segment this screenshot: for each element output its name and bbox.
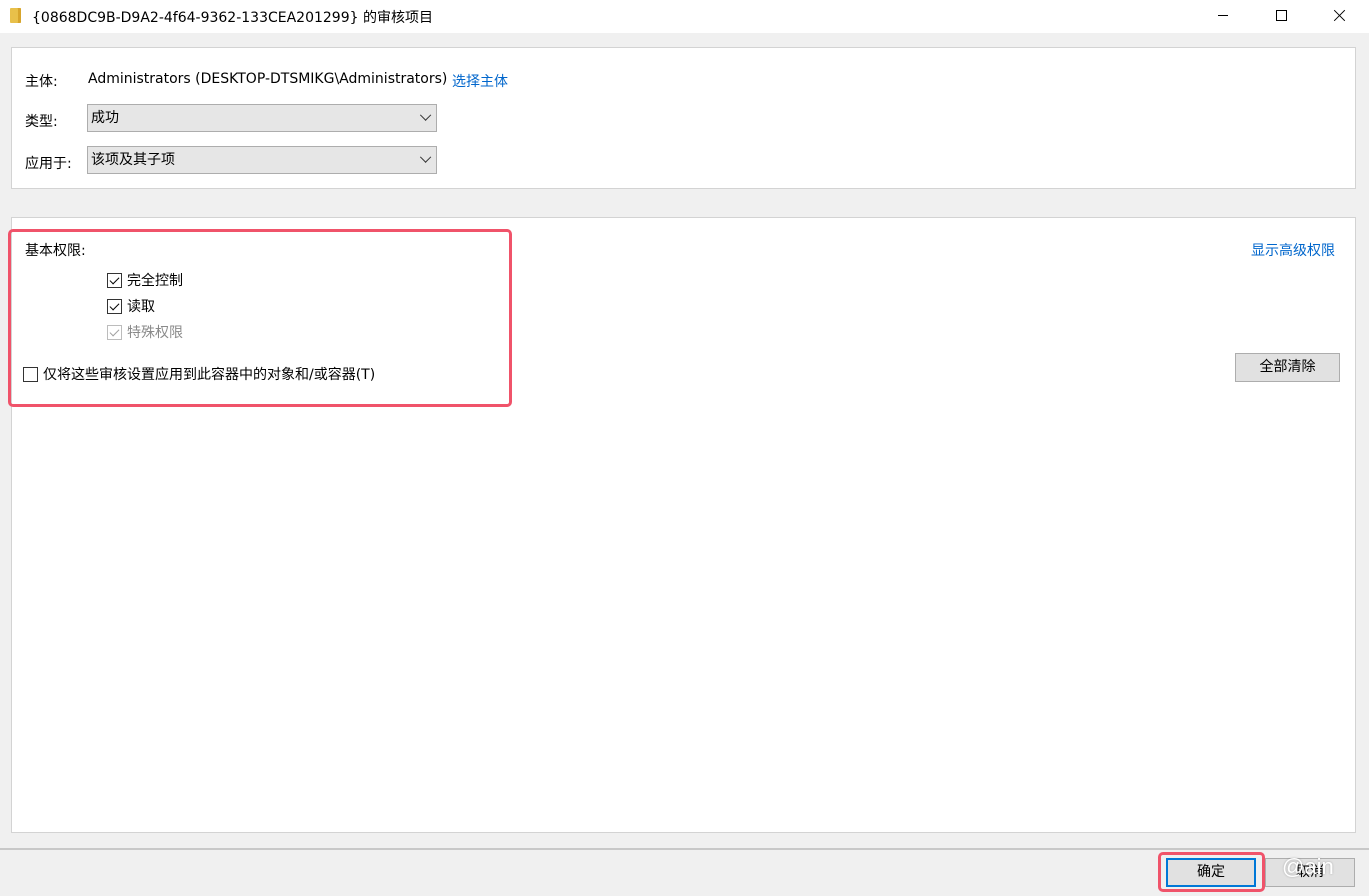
full-control-checkbox[interactable]: [107, 272, 122, 288]
principal-value: Administrators (DESKTOP-DTSMIKG\Administ…: [88, 71, 448, 87]
clear-all-button[interactable]: 全部清除: [1235, 353, 1340, 382]
special-permissions-label: 特殊权限: [127, 325, 183, 341]
apply-only-to-container[interactable]: 仅将这些审核设置应用到此容器中的对象和/或容器(T): [23, 364, 375, 384]
minimize-icon: [1218, 15, 1228, 16]
window-title: {0868DC9B-D9A2-4f64-9362-133CEA201299} 的…: [32, 10, 433, 26]
maximize-button[interactable]: [1258, 0, 1304, 31]
permission-special: 特殊权限: [107, 322, 183, 342]
applies-to-dropdown-value: 该项及其子项: [91, 152, 175, 168]
title-bar: {0868DC9B-D9A2-4f64-9362-133CEA201299} 的…: [0, 0, 1369, 33]
chevron-down-icon: [419, 151, 432, 163]
apply-only-to-container-checkbox[interactable]: [23, 366, 38, 382]
basic-permissions-heading: 基本权限:: [25, 243, 86, 259]
cancel-button[interactable]: 取消: [1265, 858, 1355, 887]
permission-full-control[interactable]: 完全控制: [107, 270, 183, 290]
applies-to-dropdown[interactable]: 该项及其子项: [87, 146, 437, 174]
folder-icon: [10, 8, 21, 23]
chevron-down-icon: [419, 109, 432, 121]
type-label: 类型:: [25, 114, 58, 130]
principal-label: 主体:: [25, 74, 58, 90]
minimize-button[interactable]: [1200, 0, 1246, 31]
permission-read[interactable]: 读取: [107, 296, 155, 316]
read-checkbox[interactable]: [107, 298, 122, 314]
permissions-panel: [11, 217, 1356, 833]
close-icon: [1332, 9, 1346, 23]
close-button[interactable]: [1316, 0, 1362, 31]
ok-button[interactable]: 确定: [1166, 858, 1256, 887]
applies-to-label: 应用于:: [25, 156, 72, 172]
show-advanced-permissions-link[interactable]: 显示高级权限: [1251, 240, 1335, 260]
apply-only-to-container-label: 仅将这些审核设置应用到此容器中的对象和/或容器(T): [43, 367, 376, 383]
type-dropdown[interactable]: 成功: [87, 104, 437, 132]
select-principal-link[interactable]: 选择主体: [452, 71, 508, 91]
footer-divider: [0, 848, 1369, 850]
full-control-label: 完全控制: [127, 273, 183, 289]
read-label: 读取: [127, 299, 155, 315]
special-permissions-checkbox: [107, 324, 122, 340]
type-dropdown-value: 成功: [91, 110, 119, 126]
maximize-icon: [1275, 10, 1287, 21]
